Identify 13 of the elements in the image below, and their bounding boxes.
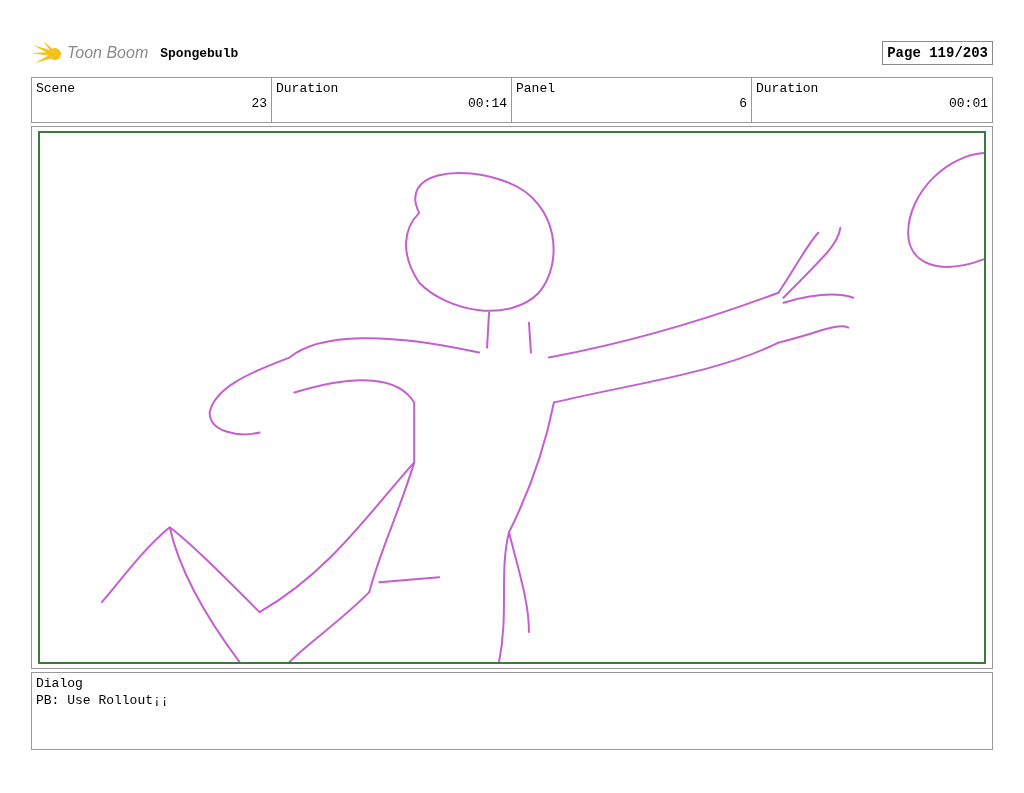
page-number: Page 119/203: [882, 41, 993, 65]
field-value: 00:01: [949, 96, 988, 111]
dialog-label: Dialog: [36, 676, 84, 691]
logo-text: Toon Boom: [67, 44, 149, 62]
field-value: 6: [739, 96, 747, 111]
field-label: Scene: [36, 81, 75, 96]
field-label: Panel: [516, 81, 555, 96]
project-title: Spongebulb: [160, 45, 239, 61]
field-value: 23: [251, 96, 267, 111]
field-label: Duration: [756, 81, 819, 96]
field-value: 00:14: [468, 96, 507, 111]
dialog-text: PB: Use Rollout¡¡: [36, 693, 170, 708]
field-label: Duration: [276, 81, 339, 96]
